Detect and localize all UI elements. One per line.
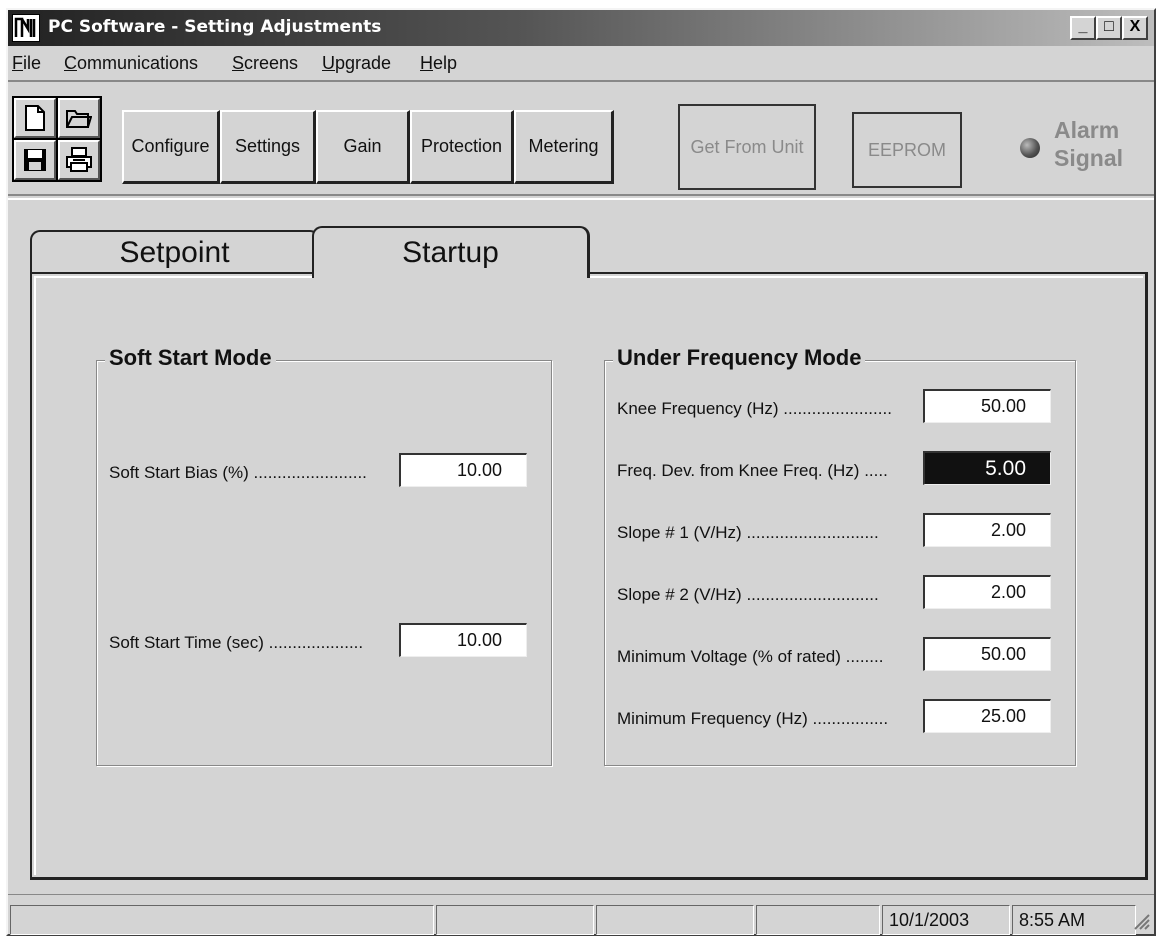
gain-button[interactable]: Gain bbox=[316, 110, 410, 184]
open-folder-icon[interactable] bbox=[58, 98, 100, 138]
soft-start-bias-label: Soft Start Bias (%) ....................… bbox=[109, 463, 367, 482]
knee-frequency-label: Knee Frequency (Hz) ....................… bbox=[617, 399, 892, 418]
minimum-frequency-input[interactable]: 25.00 bbox=[923, 699, 1051, 733]
protection-button[interactable]: Protection bbox=[410, 110, 514, 184]
freq-dev-input[interactable]: 5.00 bbox=[923, 451, 1051, 485]
close-button[interactable]: X bbox=[1122, 16, 1148, 40]
minimum-frequency-label: Minimum Frequency (Hz) ................ bbox=[617, 709, 889, 728]
alarm-indicator-icon bbox=[1020, 138, 1040, 158]
status-pane-3 bbox=[596, 905, 754, 935]
get-from-unit-button[interactable]: Get From Unit bbox=[678, 104, 816, 190]
status-pane-2 bbox=[436, 905, 594, 935]
eeprom-button[interactable]: EEPROM bbox=[852, 112, 962, 188]
status-date: 10/1/2003 bbox=[882, 905, 1010, 935]
menu-communications[interactable]: Communications bbox=[64, 53, 198, 74]
slope-1-label: Slope # 1 (V/Hz) .......................… bbox=[617, 523, 879, 542]
menu-help[interactable]: Help bbox=[420, 53, 457, 74]
app-logo-icon bbox=[12, 14, 40, 42]
maximize-button[interactable]: □ bbox=[1096, 16, 1122, 40]
menu-upgrade[interactable]: Upgrade bbox=[322, 53, 391, 74]
soft-start-time-label: Soft Start Time (sec) ..................… bbox=[109, 633, 364, 652]
resize-grip-icon[interactable] bbox=[1132, 912, 1150, 930]
tab-setpoint[interactable]: Setpoint bbox=[30, 230, 320, 274]
slope-2-label: Slope # 2 (V/Hz) .......................… bbox=[617, 585, 879, 604]
toolbar: Configure Settings Gain Protection Meter… bbox=[8, 80, 1154, 196]
tab-startup[interactable]: Startup bbox=[312, 226, 590, 278]
soft-start-group: Soft Start Mode Soft Start Bias (%) ....… bbox=[96, 345, 552, 766]
configure-button[interactable]: Configure bbox=[122, 110, 220, 184]
minimize-button[interactable]: _ bbox=[1070, 16, 1096, 40]
knee-frequency-input[interactable]: 50.00 bbox=[923, 389, 1051, 423]
status-pane-4 bbox=[756, 905, 880, 935]
main-panel: Setpoint Startup Soft Start Mode Soft St… bbox=[8, 198, 1154, 890]
soft-start-title: Soft Start Mode bbox=[105, 345, 276, 371]
slope-2-input[interactable]: 2.00 bbox=[923, 575, 1051, 609]
title-bar[interactable]: PC Software - Setting Adjustments _ □ X bbox=[8, 10, 1154, 46]
under-frequency-group: Under Frequency Mode Knee Frequency (Hz)… bbox=[604, 345, 1076, 766]
new-file-icon[interactable] bbox=[14, 98, 56, 138]
startup-tab-page: Soft Start Mode Soft Start Bias (%) ....… bbox=[30, 272, 1148, 880]
alarm-signal-label: Alarm Signal bbox=[1054, 117, 1124, 171]
print-icon[interactable] bbox=[58, 140, 100, 180]
status-bar: 10/1/2003 8:55 AM bbox=[8, 894, 1154, 935]
slope-1-input[interactable]: 2.00 bbox=[923, 513, 1051, 547]
menu-bar: File Communications Screens Upgrade Help bbox=[8, 48, 1154, 78]
freq-dev-label: Freq. Dev. from Knee Freq. (Hz) ..... bbox=[617, 461, 888, 480]
window-title: PC Software - Setting Adjustments bbox=[48, 17, 382, 37]
status-time: 8:55 AM bbox=[1012, 905, 1136, 935]
menu-file[interactable]: File bbox=[12, 53, 41, 74]
under-frequency-title: Under Frequency Mode bbox=[613, 345, 866, 371]
soft-start-time-input[interactable]: 10.00 bbox=[399, 623, 527, 657]
app-window: PC Software - Setting Adjustments _ □ X … bbox=[6, 8, 1156, 936]
file-icon-group bbox=[12, 96, 102, 182]
metering-button[interactable]: Metering bbox=[514, 110, 614, 184]
minimum-voltage-label: Minimum Voltage (% of rated) ........ bbox=[617, 647, 884, 666]
settings-button[interactable]: Settings bbox=[220, 110, 316, 184]
soft-start-bias-input[interactable]: 10.00 bbox=[399, 453, 527, 487]
menu-screens[interactable]: Screens bbox=[232, 53, 298, 74]
status-pane-1 bbox=[10, 905, 434, 935]
save-disk-icon[interactable] bbox=[14, 140, 56, 180]
minimum-voltage-input[interactable]: 50.00 bbox=[923, 637, 1051, 671]
